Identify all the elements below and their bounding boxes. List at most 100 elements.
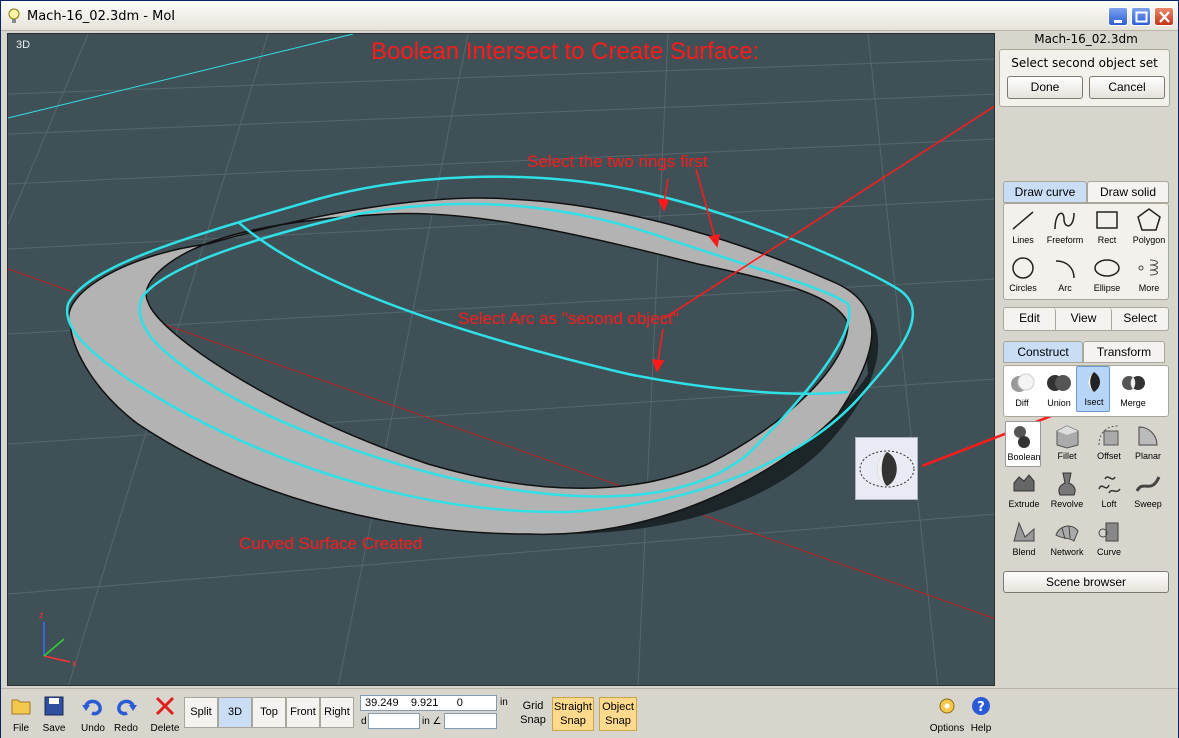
done-button[interactable]: Done	[1007, 76, 1083, 99]
tool-boolean[interactable]: Boolean	[1005, 421, 1041, 467]
tool-label: Planar	[1134, 451, 1161, 461]
boolean-tools: Diff Union Isect Merge	[1003, 365, 1169, 417]
tool-lines[interactable]: Lines	[1002, 205, 1044, 251]
straight-snap-toggle[interactable]: Straight Snap	[552, 697, 594, 731]
tool-planar[interactable]: Planar	[1127, 421, 1169, 467]
grid-snap-toggle[interactable]: Grid Snap	[516, 697, 550, 731]
tool-loft[interactable]: Loft	[1088, 469, 1130, 515]
tab-view[interactable]: View	[1056, 308, 1112, 330]
tool-freeform[interactable]: Freeform	[1044, 205, 1086, 251]
viewport-3d[interactable]: 3D Boolean Intersect to Create Surface: …	[7, 33, 995, 686]
ellipse-icon	[1094, 259, 1120, 277]
undo-button[interactable]: Undo	[76, 693, 110, 737]
fillet-icon	[1056, 425, 1079, 449]
tool-label: Merge	[1120, 398, 1146, 408]
tool-arc[interactable]: Arc	[1044, 253, 1086, 299]
viewport-canvas[interactable]	[8, 34, 995, 686]
tool-label: Rect	[1097, 235, 1117, 245]
view-front-button[interactable]: Front	[286, 697, 320, 728]
toggle-label: Grid	[522, 700, 544, 712]
tab-select[interactable]: Select	[1112, 308, 1168, 330]
view-split-button[interactable]: Split	[184, 697, 218, 728]
tab-transform[interactable]: Transform	[1083, 341, 1165, 363]
tool-network[interactable]: Network	[1046, 517, 1088, 563]
redo-button[interactable]: Redo	[109, 693, 143, 737]
options-icon	[939, 698, 955, 714]
boolean-merge-icon	[1122, 376, 1145, 390]
network-icon	[1055, 525, 1079, 542]
help-button[interactable]: ? Help	[964, 693, 998, 737]
coordinate-input[interactable]: 39.249 9.921 0	[360, 695, 497, 711]
tool-fillet[interactable]: Fillet	[1046, 421, 1088, 467]
tool-union[interactable]: Union	[1038, 368, 1080, 414]
redo-icon	[117, 699, 137, 716]
rectangle-icon	[1096, 211, 1118, 229]
object-snap-toggle[interactable]: Object Snap	[599, 697, 637, 731]
button-label: Undo	[81, 723, 105, 734]
tab-draw-solid[interactable]: Draw solid	[1087, 181, 1169, 203]
tool-rect[interactable]: Rect	[1086, 205, 1128, 251]
construct-tools: Boolean Fillet Offset Planar Extrude Rev…	[1003, 419, 1169, 571]
tool-revolve[interactable]: Revolve	[1046, 469, 1088, 515]
close-icon	[1159, 11, 1170, 23]
options-button[interactable]: Options	[928, 693, 966, 737]
extrude-icon	[1013, 474, 1035, 492]
tool-ellipse[interactable]: Ellipse	[1086, 253, 1128, 299]
helix-icon	[1138, 259, 1158, 276]
tool-sweep[interactable]: Sweep	[1127, 469, 1169, 515]
view-right-button[interactable]: Right	[320, 697, 354, 728]
tool-diff[interactable]: Diff	[1001, 368, 1043, 414]
cancel-button[interactable]: Cancel	[1089, 76, 1165, 99]
tool-merge[interactable]: Merge	[1112, 368, 1154, 414]
tool-blend[interactable]: Blend	[1003, 517, 1045, 563]
offset-icon	[1098, 425, 1119, 446]
tool-label: Freeform	[1046, 235, 1084, 245]
tool-label: Sweep	[1134, 499, 1162, 509]
button-label: Redo	[114, 723, 138, 734]
tab-draw-curve[interactable]: Draw curve	[1003, 181, 1087, 203]
delete-button[interactable]: Delete	[148, 693, 182, 737]
file-button[interactable]: File	[4, 693, 38, 737]
right-panel: Mach-16_02.3dm Select second object set …	[997, 31, 1175, 688]
bottom-toolbar: File Save Undo Redo Delete Split 3D Top …	[1, 688, 1178, 738]
lines-icon	[1012, 211, 1034, 230]
tool-polygon[interactable]: Polygon	[1128, 205, 1170, 251]
tool-isect[interactable]: Isect	[1076, 366, 1110, 412]
tool-label: Circles	[1009, 283, 1037, 293]
command-prompt: Select second object set	[1011, 56, 1158, 70]
tool-more[interactable]: More	[1128, 253, 1170, 299]
tool-label: Curve	[1096, 547, 1121, 557]
blend-icon	[1013, 521, 1035, 542]
tab-edit[interactable]: Edit	[1004, 308, 1056, 330]
view-top-button[interactable]: Top	[252, 697, 286, 728]
minimize-button[interactable]	[1108, 7, 1128, 26]
delete-icon	[155, 696, 175, 716]
maximize-button[interactable]	[1131, 7, 1151, 26]
boolean-diff-icon	[1011, 373, 1035, 392]
save-button[interactable]: Save	[37, 693, 71, 737]
tool-circles[interactable]: Circles	[1002, 253, 1044, 299]
tool-label: Isect	[1084, 397, 1104, 407]
scene-browser-button[interactable]: Scene browser	[1003, 571, 1169, 593]
toggle-label: Snap	[605, 715, 631, 727]
tool-label: Ellipse	[1093, 283, 1121, 293]
tool-offset[interactable]: Offset	[1088, 421, 1130, 467]
toggle-label: Snap	[560, 715, 586, 727]
button-label: Delete	[150, 723, 180, 734]
button-label: Options	[929, 723, 965, 734]
window-title: Mach-16_02.3dm - MoI	[27, 9, 176, 24]
tool-label: Lines	[1012, 235, 1034, 245]
app-window: Mach-16_02.3dm - MoI 3D Boolean Intersec…	[0, 0, 1179, 738]
angle-input[interactable]	[444, 713, 497, 729]
tool-curve[interactable]: Curve	[1088, 517, 1130, 563]
close-button[interactable]	[1154, 7, 1174, 26]
toggle-label: Straight	[554, 701, 592, 713]
tab-construct[interactable]: Construct	[1003, 341, 1083, 363]
tool-extrude[interactable]: Extrude	[1003, 469, 1045, 515]
view-3d-button[interactable]: 3D	[218, 697, 252, 728]
arc-curve[interactable]	[237, 221, 849, 395]
tool-label: Extrude	[1008, 499, 1040, 509]
distance-input[interactable]	[368, 713, 420, 729]
toggle-label: Object	[602, 701, 634, 713]
boolean-intersect-icon	[1088, 372, 1100, 392]
